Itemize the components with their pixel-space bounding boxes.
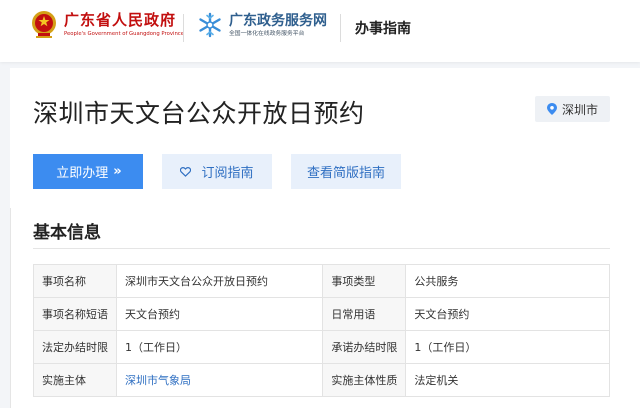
location-label: 深圳市 bbox=[561, 102, 598, 117]
implementing-agency-link[interactable]: 深圳市气象局 bbox=[125, 374, 191, 387]
apply-now-label: 立即办理 bbox=[56, 166, 109, 181]
cell-label: 承诺办结时限 bbox=[322, 330, 407, 364]
cell-value: 1（工作日） bbox=[115, 330, 324, 364]
gov-name: 广东省人民政府 bbox=[64, 10, 177, 29]
divider bbox=[33, 248, 610, 249]
site-header: 广东省人民政府 People's Government of Guangdong… bbox=[0, 0, 640, 62]
location-badge[interactable]: 深圳市 bbox=[535, 96, 610, 122]
subscribe-guide-label: 订阅指南 bbox=[201, 166, 254, 181]
cell-value-link[interactable]: 深圳市气象局 bbox=[115, 363, 324, 397]
table-row: 事项名称短语 天文台预约 日常用语 天文台预约 bbox=[33, 297, 610, 331]
simple-guide-button[interactable]: 查看简版指南 bbox=[291, 154, 401, 189]
cell-value: 天文台预约 bbox=[115, 297, 324, 331]
basic-info-title: 基本信息 bbox=[33, 223, 101, 243]
service-logo[interactable]: 广东政务服务网 全国一体化在线政务服务平台 bbox=[197, 12, 327, 38]
service-tagline: 全国一体化在线政务服务平台 bbox=[229, 31, 305, 37]
service-name: 广东政务服务网 bbox=[229, 13, 327, 29]
apply-now-button[interactable]: 立即办理 » bbox=[33, 154, 143, 189]
cell-value: 公共服务 bbox=[405, 264, 610, 298]
double-arrow-icon: » bbox=[113, 164, 122, 179]
cell-label: 实施主体性质 bbox=[322, 363, 407, 397]
cell-label: 事项类型 bbox=[322, 264, 407, 298]
cell-value: 1（工作日） bbox=[405, 330, 610, 364]
heart-icon bbox=[180, 166, 192, 177]
snowflake-logo-icon bbox=[199, 12, 221, 38]
header-divider bbox=[183, 14, 184, 42]
table-row: 法定办结时限 1（工作日） 承诺办结时限 1（工作日） bbox=[33, 330, 610, 364]
cell-label: 事项名称 bbox=[33, 264, 117, 298]
page-title: 深圳市天文台公众开放日预约 bbox=[33, 99, 365, 128]
table-row: 事项名称 深圳市天文台公众开放日预约 事项类型 公共服务 bbox=[33, 264, 610, 298]
simple-guide-label: 查看简版指南 bbox=[306, 166, 385, 181]
cell-label: 事项名称短语 bbox=[33, 297, 117, 331]
header-divider bbox=[340, 14, 341, 42]
cell-value: 深圳市天文台公众开放日预约 bbox=[115, 264, 324, 298]
location-pin-icon bbox=[546, 103, 557, 115]
subscribe-guide-button[interactable]: 订阅指南 bbox=[162, 154, 272, 189]
section-title-guide[interactable]: 办事指南 bbox=[355, 18, 411, 38]
section-border bbox=[10, 208, 11, 408]
national-emblem-icon bbox=[32, 11, 56, 38]
cell-label: 法定办结时限 bbox=[33, 330, 117, 364]
basic-info-table: 事项名称 深圳市天文台公众开放日预约 事项类型 公共服务 事项名称短语 天文台预… bbox=[33, 264, 610, 397]
cell-value: 天文台预约 bbox=[405, 297, 610, 331]
cell-label: 日常用语 bbox=[322, 297, 407, 331]
gov-name-en: People's Government of Guangdong Provinc… bbox=[64, 30, 184, 37]
cell-label: 实施主体 bbox=[33, 363, 117, 397]
gov-logo[interactable]: 广东省人民政府 People's Government of Guangdong… bbox=[30, 9, 184, 39]
main-content: 深圳市天文台公众开放日预约 深圳市 立即办理 » 订阅指南 查看简版指南 基本信… bbox=[10, 68, 640, 408]
cell-value: 法定机关 bbox=[405, 363, 610, 397]
table-row: 实施主体 深圳市气象局 实施主体性质 法定机关 bbox=[33, 363, 610, 397]
